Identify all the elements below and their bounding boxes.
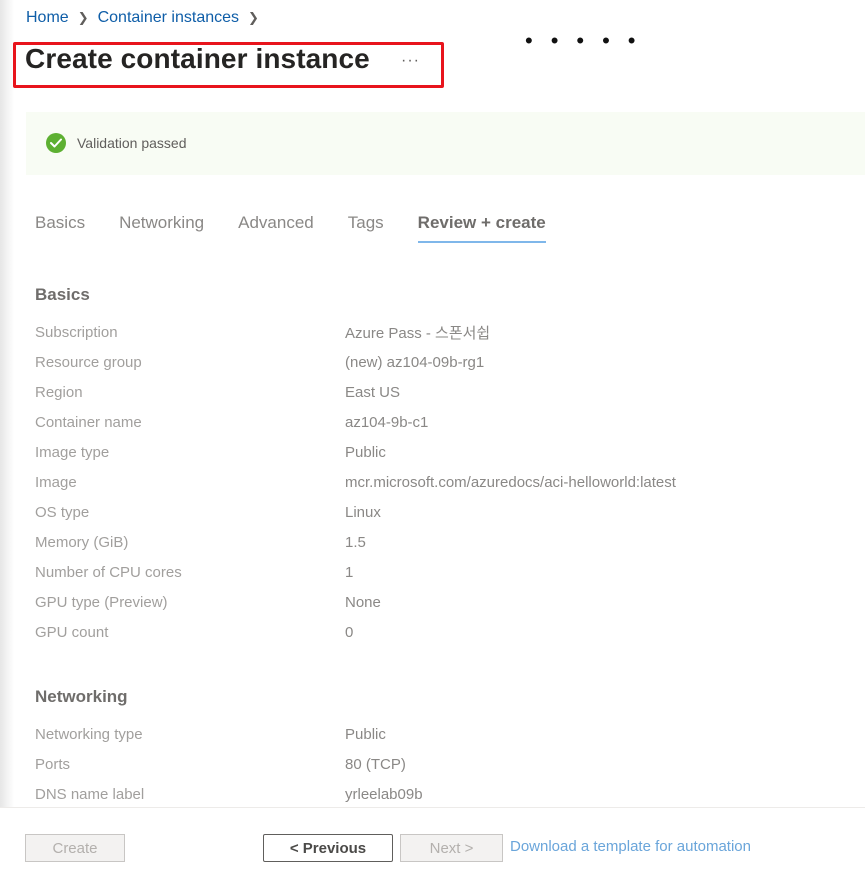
- summary-value: 1: [345, 563, 354, 581]
- chevron-right-icon: ❯: [248, 10, 259, 25]
- summary-row: OS type Linux: [35, 497, 835, 527]
- summary-row: Ports 80 (TCP): [35, 749, 835, 779]
- summary-value: None: [345, 593, 381, 611]
- summary-value: Public: [345, 725, 386, 743]
- tab-advanced[interactable]: Advanced: [238, 213, 314, 243]
- left-edge-shadow: [0, 0, 14, 878]
- summary-value: 1.5: [345, 533, 366, 551]
- tab-tags[interactable]: Tags: [348, 213, 384, 243]
- tab-bar: Basics Networking Advanced Tags Review +…: [35, 213, 580, 243]
- summary-key: GPU count: [35, 623, 109, 641]
- summary-row: Networking type Public: [35, 719, 835, 749]
- summary-key: Resource group: [35, 353, 142, 371]
- summary-key: Container name: [35, 413, 142, 431]
- summary-value: az104-9b-c1: [345, 413, 429, 431]
- summary-key: Subscription: [35, 323, 118, 341]
- summary-value: mcr.microsoft.com/azuredocs/aci-hellowor…: [345, 473, 676, 491]
- summary-value: East US: [345, 383, 401, 401]
- previous-button[interactable]: < Previous: [263, 834, 393, 862]
- summary-key: Image type: [35, 443, 110, 461]
- breadcrumb: Home ❯ Container instances ❯: [26, 9, 268, 27]
- summary-row: Region East US: [35, 377, 835, 407]
- basics-section-heading: Basics: [35, 285, 90, 304]
- create-button[interactable]: Create: [25, 834, 125, 862]
- summary-row: Image type Public: [35, 437, 835, 467]
- validation-banner: Validation passed: [26, 112, 865, 175]
- summary-value: 80 (TCP): [345, 755, 406, 773]
- summary-key: OS type: [35, 503, 90, 521]
- summary-key: Region: [35, 383, 83, 401]
- page-title: Create container instance: [25, 43, 370, 74]
- summary-row: GPU type (Preview) None: [35, 587, 835, 617]
- create-container-instance-page: Home ❯ Container instances ❯ Create cont…: [0, 0, 865, 878]
- summary-row: Memory (GiB) 1.5: [35, 527, 835, 557]
- summary-row: Resource group (new) az104-09b-rg1: [35, 347, 835, 377]
- summary-value: yrleelab09b: [345, 785, 423, 803]
- summary-key: GPU type (Preview): [35, 593, 168, 611]
- next-button[interactable]: Next >: [400, 834, 503, 862]
- summary-row: DNS name label yrleelab09b: [35, 779, 835, 809]
- tab-review-create[interactable]: Review + create: [417, 213, 546, 243]
- summary-row: GPU count 0: [35, 617, 835, 647]
- networking-section-heading: Networking: [35, 687, 128, 706]
- summary-key: Networking type: [35, 725, 143, 743]
- summary-key: Number of CPU cores: [35, 563, 182, 581]
- summary-row: Image mcr.microsoft.com/azuredocs/aci-hel…: [35, 467, 835, 497]
- chevron-right-icon: ❯: [77, 10, 89, 25]
- summary-value: Public: [345, 443, 386, 461]
- summary-row: Number of CPU cores 1: [35, 557, 835, 587]
- summary-row: Container name az104-9b-c1: [35, 407, 835, 437]
- footer-action-bar: Create < Previous Next > Download a temp…: [0, 807, 865, 878]
- check-circle-icon: [46, 133, 66, 153]
- summary-row: Subscription Azure Pass - 스폰서쉽: [35, 317, 835, 347]
- networking-summary: Networking type Public Ports 80 (TCP) DNS …: [35, 719, 835, 809]
- validation-status-text: Validation passed: [77, 135, 187, 151]
- summary-value: Linux: [345, 503, 381, 521]
- more-options-icon[interactable]: ···: [401, 52, 420, 70]
- breadcrumb-container-instances-link[interactable]: Container instances: [98, 9, 239, 27]
- summary-key: Ports: [35, 755, 71, 773]
- tab-basics[interactable]: Basics: [35, 213, 85, 243]
- breadcrumb-home-link[interactable]: Home: [26, 9, 69, 27]
- summary-key: Memory (GiB): [35, 533, 129, 551]
- basics-summary: Subscription Azure Pass - 스폰서쉽 Resource g…: [35, 317, 835, 647]
- summary-value: Azure Pass - 스폰서쉽: [345, 324, 491, 342]
- summary-key: DNS name label: [35, 785, 145, 803]
- download-template-link[interactable]: Download a template for automation: [510, 838, 751, 855]
- summary-key: Image: [35, 473, 77, 491]
- summary-value: (new) az104-09b-rg1: [345, 353, 485, 371]
- tab-networking[interactable]: Networking: [119, 213, 204, 243]
- dots-annotation: •••••: [525, 28, 654, 53]
- summary-value: 0: [345, 623, 354, 641]
